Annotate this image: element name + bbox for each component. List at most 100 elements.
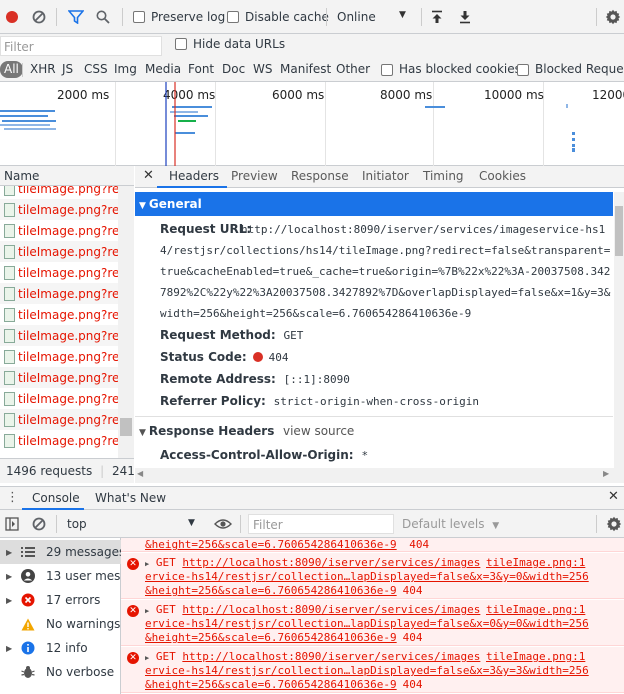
- sidebar-item-messages[interactable]: ▶ 29 messages: [0, 540, 121, 564]
- response-headers-section-header[interactable]: ▼ Response Headers: [139, 424, 274, 438]
- message-url-continued[interactable]: ervice-hs14/restjsr/collection…lapDispla…: [145, 617, 589, 630]
- type-media[interactable]: Media: [145, 62, 181, 76]
- filter-input[interactable]: Filter: [0, 36, 162, 56]
- request-row[interactable]: tileImage.png?redi: [0, 186, 118, 199]
- close-icon[interactable]: ✕: [608, 489, 619, 504]
- sidebar-item-info[interactable]: ▶ 12 info: [0, 636, 121, 660]
- sidebar-item-errors[interactable]: ▶ 17 errors: [0, 588, 121, 612]
- request-row[interactable]: tileImage.png?redi: [0, 430, 118, 451]
- tab-response[interactable]: Response: [291, 169, 349, 183]
- request-url-line: width=256&height=256&scale=6.76065428641…: [160, 307, 472, 320]
- type-img[interactable]: Img: [114, 62, 137, 76]
- show-sidebar-icon[interactable]: [5, 517, 19, 534]
- request-row[interactable]: tileImage.png?redi: [0, 199, 118, 220]
- disable-cache-checkbox[interactable]: [227, 11, 239, 23]
- hide-data-urls-checkbox[interactable]: [175, 38, 187, 50]
- scrollbar-thumb[interactable]: [120, 418, 132, 436]
- request-row[interactable]: tileImage.png?redi: [0, 241, 118, 262]
- tab-timing[interactable]: Timing: [423, 169, 464, 183]
- message-source-link[interactable]: tileImage.png:1: [486, 556, 585, 569]
- sidebar-item-warnings[interactable]: No warnings: [0, 612, 121, 636]
- console-messages: &height=256&scale=6.760654286410636e-9 4…: [121, 538, 624, 694]
- message-url-continued[interactable]: ervice-hs14/restjsr/collection…lapDispla…: [145, 570, 589, 583]
- type-ws[interactable]: WS: [253, 62, 272, 76]
- tab-console[interactable]: Console: [32, 491, 80, 505]
- request-name: tileImage.png?redi: [18, 412, 118, 427]
- request-row[interactable]: tileImage.png?redi: [0, 388, 118, 409]
- type-font[interactable]: Font: [188, 62, 214, 76]
- tab-cookies[interactable]: Cookies: [479, 169, 526, 183]
- expand-triangle-icon[interactable]: ▶: [145, 560, 149, 568]
- type-doc[interactable]: Doc: [222, 62, 245, 76]
- message-url-tail[interactable]: &height=256&scale=6.760654286410636e-9: [145, 584, 397, 597]
- tab-initiator[interactable]: Initiator: [362, 169, 409, 183]
- request-row[interactable]: tileImage.png?redi: [0, 325, 118, 346]
- throttle-select[interactable]: Online ▼: [337, 10, 417, 24]
- live-expression-eye-icon[interactable]: [214, 518, 232, 533]
- disable-cache-label: Disable cache: [245, 10, 329, 24]
- log-levels-select[interactable]: Default levels ▼: [402, 517, 499, 531]
- message-url[interactable]: http://localhost:8090/iserver/services/i…: [182, 650, 480, 663]
- throttle-value: Online: [337, 10, 376, 24]
- view-source-link[interactable]: view source: [283, 424, 354, 438]
- expand-triangle-icon[interactable]: ▶: [145, 607, 149, 615]
- network-overview[interactable]: 2000 ms 4000 ms 6000 ms 8000 ms 10000 ms…: [0, 82, 624, 166]
- request-row[interactable]: tileImage.png?redi: [0, 304, 118, 325]
- detail-horizontal-scrollbar[interactable]: ◀ ▶: [135, 468, 624, 483]
- drawer-menu-icon[interactable]: ⋮: [6, 490, 19, 505]
- message-url[interactable]: http://localhost:8090/iserver/services/i…: [182, 556, 480, 569]
- request-row[interactable]: tileImage.png?redi: [0, 367, 118, 388]
- type-other[interactable]: Other: [336, 62, 370, 76]
- message-source-link[interactable]: tileImage.png:1: [486, 603, 585, 616]
- request-row[interactable]: tileImage.png?redi: [0, 283, 118, 304]
- type-xhr[interactable]: XHR: [30, 62, 56, 76]
- console-filter-input[interactable]: Filter: [248, 514, 394, 534]
- download-icon[interactable]: [455, 7, 475, 27]
- message-url-tail[interactable]: &height=256&scale=6.760654286410636e-9: [145, 678, 397, 691]
- sidebar-item-verbose[interactable]: No verbose: [0, 660, 121, 684]
- type-all[interactable]: All: [0, 61, 23, 78]
- console-message: &height=256&scale=6.760654286410636e-9 4…: [121, 538, 624, 552]
- record-icon[interactable]: [2, 7, 22, 27]
- scroll-right-icon[interactable]: ▶: [603, 469, 609, 478]
- close-icon[interactable]: ✕: [143, 168, 154, 183]
- message-url-continued[interactable]: ervice-hs14/restjsr/collection…lapDispla…: [145, 664, 589, 677]
- request-row[interactable]: tileImage.png?redi: [0, 262, 118, 283]
- message-url-tail[interactable]: &height=256&scale=6.760654286410636e-9: [145, 538, 397, 551]
- type-manifest[interactable]: Manifest: [280, 62, 331, 76]
- gear-icon[interactable]: [606, 516, 622, 535]
- request-list-scrollbar[interactable]: [118, 186, 134, 458]
- name-column-header[interactable]: Name: [0, 166, 134, 186]
- request-method-label: Request Method:: [160, 328, 276, 342]
- request-row[interactable]: tileImage.png?redi: [0, 346, 118, 367]
- filter-icon[interactable]: [66, 7, 86, 27]
- tab-preview[interactable]: Preview: [231, 169, 278, 183]
- console-error-message[interactable]: ✕ ▶ GET http://localhost:8090/iserver/ser…: [121, 553, 624, 599]
- console-error-message[interactable]: ✕ ▶ GET http://localhost:8090/iserver/ser…: [121, 600, 624, 646]
- message-source-link[interactable]: tileImage.png:1: [486, 650, 585, 663]
- request-row[interactable]: tileImage.png?redi: [0, 409, 118, 430]
- gear-icon[interactable]: [603, 7, 623, 27]
- scroll-left-icon[interactable]: ◀: [137, 469, 143, 478]
- tab-headers[interactable]: Headers: [169, 169, 219, 183]
- context-selector[interactable]: top ▼: [62, 517, 198, 531]
- type-js[interactable]: JS: [62, 62, 73, 76]
- console-error-message[interactable]: ✕ ▶ GET http://localhost:8090/iserver/ser…: [121, 647, 624, 693]
- sidebar-item-user-messages[interactable]: ▶ 13 user mes...: [0, 564, 121, 588]
- blocked-cookies-checkbox[interactable]: [381, 64, 393, 76]
- tab-whats-new[interactable]: What's New: [95, 491, 166, 505]
- detail-scrollbar[interactable]: [614, 192, 624, 483]
- search-icon[interactable]: [93, 7, 113, 27]
- clear-icon[interactable]: [29, 7, 49, 27]
- request-row[interactable]: tileImage.png?redi: [0, 220, 118, 241]
- upload-icon[interactable]: [427, 7, 447, 27]
- message-url-tail[interactable]: &height=256&scale=6.760654286410636e-9: [145, 631, 397, 644]
- clear-console-icon[interactable]: [32, 517, 46, 534]
- scrollbar-thumb[interactable]: [615, 206, 623, 256]
- expand-triangle-icon[interactable]: ▶: [145, 654, 149, 662]
- preserve-log-checkbox[interactable]: [133, 11, 145, 23]
- type-css[interactable]: CSS: [84, 62, 108, 76]
- general-section-header[interactable]: ▼ General: [135, 192, 613, 216]
- message-url[interactable]: http://localhost:8090/iserver/services/i…: [182, 603, 480, 616]
- blocked-requests-checkbox[interactable]: [517, 64, 529, 76]
